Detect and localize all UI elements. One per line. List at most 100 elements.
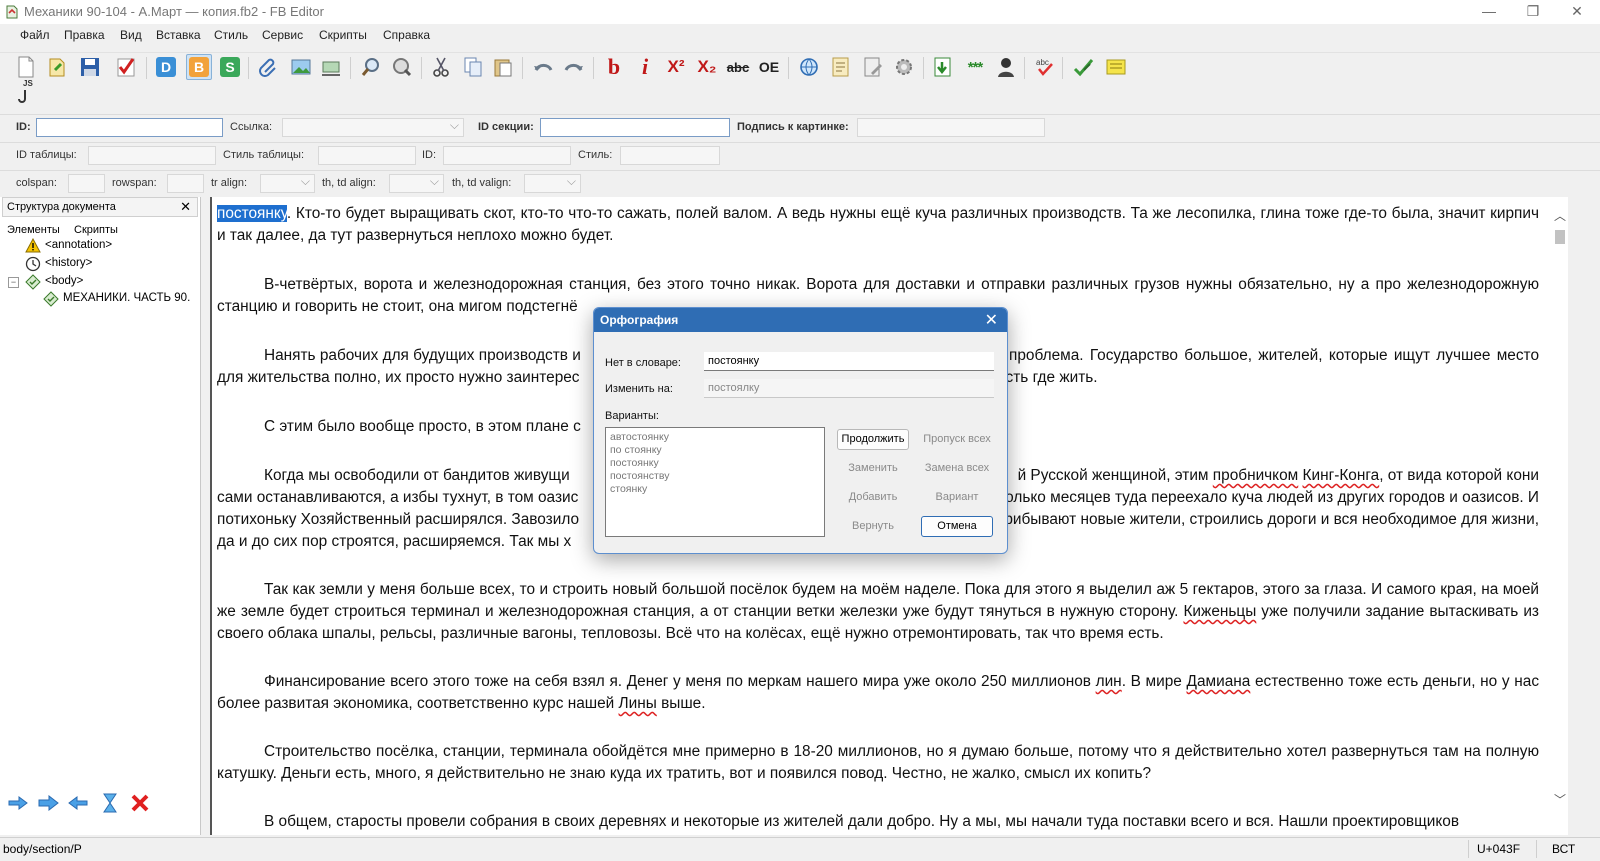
scroll-thumb[interactable] [1555,230,1565,244]
open-document-button[interactable] [45,54,71,80]
move-right-bold-button[interactable] [36,791,60,815]
variant-button[interactable]: Вариант [921,487,993,508]
source-mode-button[interactable]: S [217,54,243,80]
list-item[interactable]: постоянству [610,470,820,483]
list-item[interactable]: стоянку [610,483,820,496]
close-icon[interactable]: ✕ [985,310,998,330]
tab-elements[interactable]: Элементы [7,224,60,236]
section-id-input[interactable] [540,118,730,137]
insert-inline-image-button[interactable] [318,54,344,80]
insert-subtitle-button[interactable]: *** [962,54,988,80]
maximize-button[interactable]: ❐ [1510,0,1556,24]
scroll-up-icon[interactable]: ︿ [1552,207,1568,224]
cancel-button[interactable]: Отмена [921,516,993,537]
misspelled-word[interactable]: Кинг-Конга [1303,467,1380,484]
author-button[interactable] [993,54,1019,80]
cell-style-input[interactable] [620,146,720,165]
merge-button[interactable] [98,791,122,815]
image-caption-input[interactable] [857,118,1045,137]
paragraph[interactable]: Так как земли у меня больше всех, то и с… [217,579,1539,645]
cell-id-input[interactable] [443,146,571,165]
code-button[interactable]: OE [756,54,782,80]
undo-button[interactable] [530,54,556,80]
notes-panel-button[interactable] [1103,54,1129,80]
undo-button[interactable]: Вернуть [837,516,909,537]
replace-button[interactable] [389,54,415,80]
find-button[interactable] [358,54,384,80]
scroll-down-icon[interactable]: ﹀ [1552,791,1568,808]
table-style-input[interactable] [318,146,416,165]
insert-image-button[interactable] [288,54,314,80]
paragraph[interactable]: постоянку. Кто-то будет выращивать скот,… [217,203,1539,247]
skip-all-button[interactable]: Пропуск всех [921,429,993,450]
variants-list[interactable]: автостоянку по стоянку постоянку постоян… [605,427,825,537]
spellcheck-button[interactable]: abc [1032,54,1058,80]
paste-button[interactable] [490,54,516,80]
paragraph[interactable]: Финансирование всего этого тоже на себя … [217,671,1539,715]
settings-button[interactable] [891,54,917,80]
menu-insert[interactable]: Вставка [156,28,201,42]
validate-button[interactable] [113,54,139,80]
save-button[interactable] [77,54,103,80]
insert-link-button[interactable] [256,54,282,80]
move-left-button[interactable] [66,791,90,815]
redo-button[interactable] [561,54,587,80]
run-script-button[interactable]: JS [10,79,36,111]
menu-help[interactable]: Справка [383,28,430,42]
not-in-dictionary-field[interactable]: постоянку [704,352,994,371]
body-mode-button[interactable]: B [186,54,212,80]
replace-button[interactable]: Заменить [837,458,909,479]
replace-all-button[interactable]: Замена всех [921,458,993,479]
paragraph[interactable]: Строительство посёлка, станции, терминал… [217,741,1539,785]
cut-button[interactable] [428,54,454,80]
id-input[interactable] [36,118,223,137]
td-valign-select[interactable] [524,174,581,193]
td-align-select[interactable] [389,174,444,193]
menu-edit[interactable]: Правка [64,28,105,42]
move-right-button[interactable] [6,791,30,815]
misspelled-word[interactable]: Лины [619,695,657,712]
add-to-dictionary-button[interactable]: Добавить [837,487,909,508]
subscript-button[interactable]: X₂ [694,54,720,80]
misspelled-word[interactable]: Дамиана [1187,673,1251,690]
collapse-toggle[interactable]: − [8,277,19,288]
change-to-field[interactable]: постоялку [704,379,994,398]
misspelled-word[interactable]: лин [1096,673,1122,690]
list-item[interactable]: автостоянку [610,431,820,444]
edit-script-button[interactable] [860,54,886,80]
edit-mode-button[interactable] [1070,54,1096,80]
colspan-input[interactable] [68,174,105,193]
add-section-button[interactable] [930,54,956,80]
menu-view[interactable]: Вид [120,28,142,42]
delete-button[interactable] [128,791,152,815]
italic-button[interactable]: i [632,54,658,80]
list-item[interactable]: по стоянку [610,444,820,457]
bold-button[interactable]: b [601,54,627,80]
tab-scripts[interactable]: Скрипты [74,224,118,236]
misspelled-word[interactable]: пробничком [1213,467,1298,484]
copy-button[interactable] [460,54,486,80]
paragraph[interactable]: В общем, старосты провели собрания в сво… [217,811,1539,833]
rowspan-input[interactable] [167,174,204,193]
minimize-button[interactable]: — [1466,0,1512,24]
menu-style[interactable]: Стиль [214,28,248,42]
link-select[interactable] [282,118,464,137]
description-mode-button[interactable]: D [153,54,179,80]
vertical-scrollbar[interactable]: ︿ ﹀ [1552,197,1568,835]
menu-scripts[interactable]: Скрипты [319,28,367,42]
selected-misspelled-word[interactable]: постоянку [217,205,287,222]
table-id-input[interactable] [88,146,216,165]
menu-service[interactable]: Сервис [262,28,303,42]
superscript-button[interactable]: X² [663,54,689,80]
misspelled-word[interactable]: Киженьцы [1183,603,1256,620]
menu-file[interactable]: Файл [20,28,50,42]
continue-button[interactable]: Продолжить [837,429,909,450]
new-document-button[interactable] [13,54,39,80]
strikethrough-button[interactable]: abc [725,54,751,80]
web-link-button[interactable] [796,54,822,80]
close-icon[interactable]: ✕ [180,199,191,215]
tr-align-select[interactable] [260,174,315,193]
note-button[interactable] [828,54,854,80]
close-window-button[interactable]: ✕ [1554,0,1600,24]
list-item[interactable]: постоянку [610,457,820,470]
